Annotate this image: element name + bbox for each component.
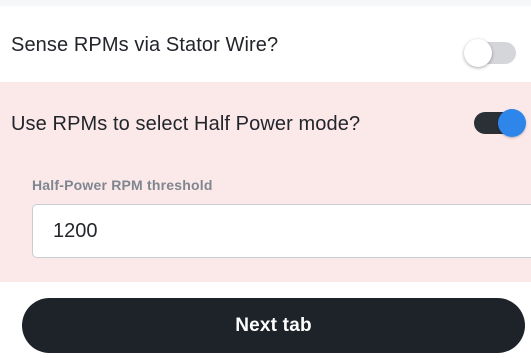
sense-rpm-label: Sense RPMs via Stator Wire? [11, 34, 279, 56]
half-power-label: Use RPMs to select Half Power mode? [11, 113, 361, 135]
toggle-knob [464, 39, 492, 67]
half-power-toggle[interactable] [474, 109, 526, 137]
sense-rpm-toggle[interactable] [464, 39, 516, 67]
next-tab-button[interactable]: Next tab [22, 298, 525, 353]
settings-panel: Sense RPMs via Stator Wire? Use RPMs to … [0, 0, 531, 358]
toggle-knob [498, 109, 526, 137]
half-power-section: Use RPMs to select Half Power mode? Half… [0, 82, 531, 282]
rpm-threshold-input[interactable] [32, 204, 531, 258]
rpm-threshold-label: Half-Power RPM threshold [32, 177, 213, 193]
sense-rpm-row: Sense RPMs via Stator Wire? [0, 6, 531, 82]
